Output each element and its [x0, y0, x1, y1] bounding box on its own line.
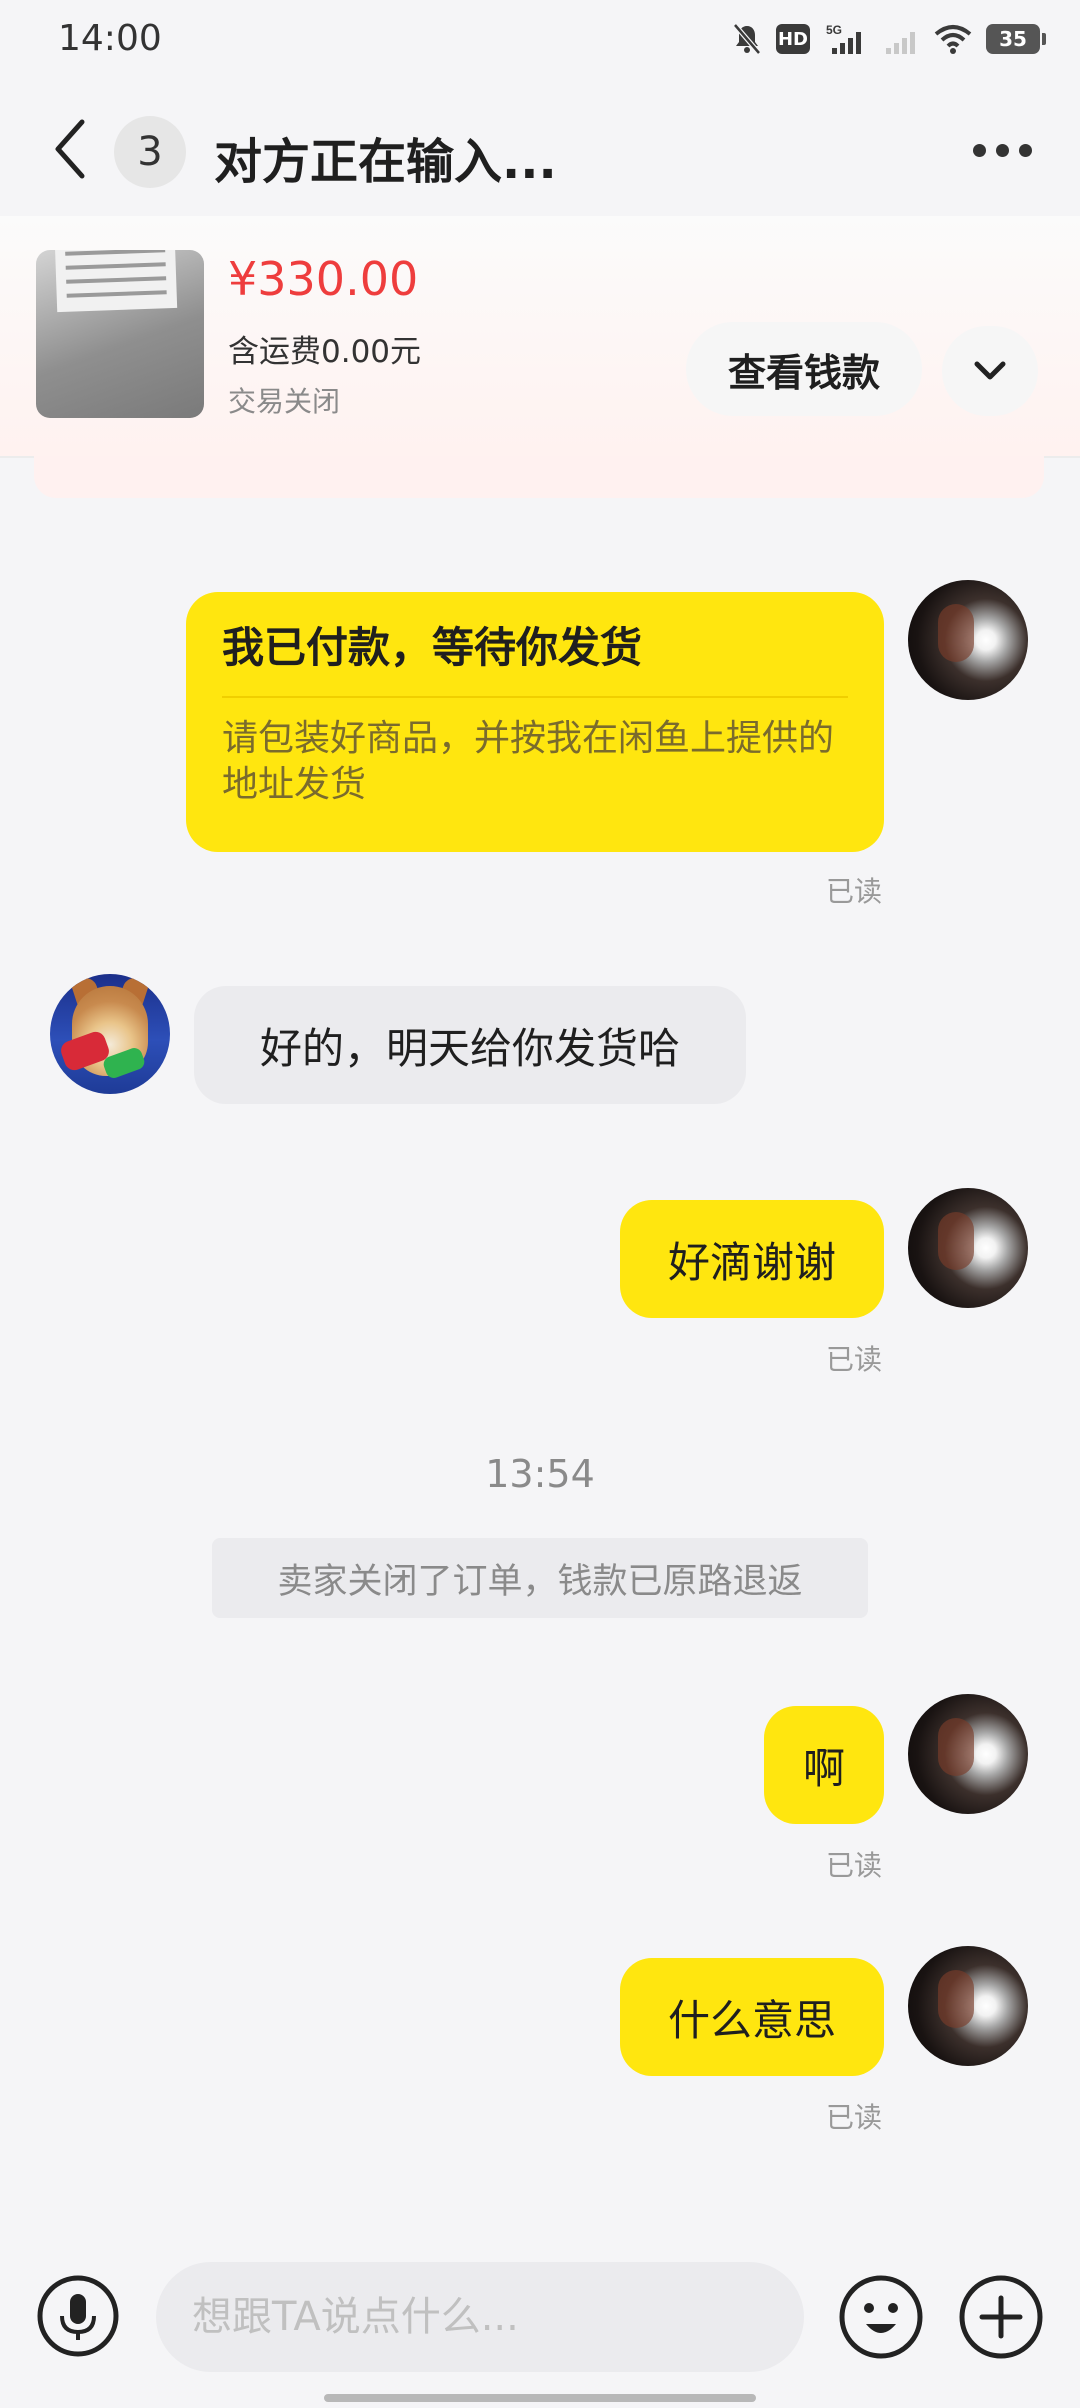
battery-icon: 35 — [986, 24, 1046, 54]
input-bar — [0, 2240, 1080, 2408]
chevron-down-icon — [974, 361, 1006, 380]
my-avatar[interactable] — [908, 580, 1028, 700]
product-image-detail — [54, 250, 178, 313]
product-thumbnail[interactable] — [36, 250, 204, 418]
chat-header: 3 对方正在输入... — [0, 86, 1080, 216]
view-payment-button[interactable]: 查看钱款 — [686, 322, 922, 416]
status-bar: 14:00 HD 5G 35 — [0, 0, 1080, 86]
trade-status: 交易关闭 — [228, 385, 341, 418]
microphone-icon[interactable] — [36, 2274, 120, 2358]
more-dot — [973, 144, 986, 157]
more-options-icon[interactable] — [973, 144, 1032, 157]
read-receipt: 已读 — [826, 1343, 883, 1376]
system-notice: 卖家关闭了订单，钱款已原路退返 — [212, 1538, 868, 1618]
message-bubble-seller[interactable]: 好的，明天给你发货哈 — [194, 986, 746, 1104]
status-time: 14:00 — [58, 18, 162, 59]
unread-count-badge[interactable]: 3 — [114, 116, 186, 188]
read-receipt: 已读 — [826, 2101, 883, 2134]
more-dot — [1019, 144, 1032, 157]
back-arrow-icon[interactable] — [50, 114, 90, 184]
signal-5g-icon: 5G — [826, 23, 861, 54]
my-avatar[interactable] — [908, 1188, 1028, 1308]
emoji-icon[interactable] — [838, 2274, 924, 2360]
home-indicator[interactable] — [324, 2394, 756, 2402]
product-card-bottom — [34, 456, 1044, 498]
product-card[interactable]: ¥330.00 含运费0.00元 交易关闭 查看钱款 — [0, 216, 1080, 458]
hd-icon: HD — [776, 24, 810, 54]
shipping-fee: 含运费0.00元 — [228, 334, 422, 370]
mute-bell-icon — [733, 23, 761, 55]
payment-card-desc: 请包装好商品，并按我在闲鱼上提供的地址发货 — [222, 718, 835, 805]
read-receipt: 已读 — [826, 875, 883, 908]
more-dot — [996, 144, 1009, 157]
seller-avatar[interactable] — [50, 974, 170, 1094]
product-price: ¥330.00 — [228, 252, 419, 306]
read-receipt: 已读 — [826, 1849, 883, 1882]
message-bubble-mine[interactable]: 好滴谢谢 — [620, 1200, 884, 1318]
header-title: 对方正在输入... — [214, 134, 557, 190]
plus-icon[interactable] — [958, 2274, 1044, 2360]
my-avatar[interactable] — [908, 1946, 1028, 2066]
card-divider — [222, 696, 848, 698]
my-avatar[interactable] — [908, 1694, 1028, 1814]
status-icons: HD 5G 35 — [732, 22, 1046, 56]
svg-text:5G: 5G — [826, 23, 842, 37]
payment-notice-card[interactable]: 我已付款，等待你发货 请包装好商品，并按我在闲鱼上提供的地址发货 — [186, 592, 884, 852]
message-bubble-mine[interactable]: 什么意思 — [620, 1958, 884, 2076]
wifi-icon — [934, 25, 972, 54]
timestamp: 13:54 — [485, 1452, 595, 1496]
expand-button[interactable] — [942, 326, 1038, 416]
message-input[interactable] — [156, 2262, 804, 2372]
payment-card-title: 我已付款，等待你发货 — [222, 623, 643, 672]
signal-sim2-icon — [886, 32, 915, 54]
message-bubble-mine[interactable]: 啊 — [764, 1706, 884, 1824]
